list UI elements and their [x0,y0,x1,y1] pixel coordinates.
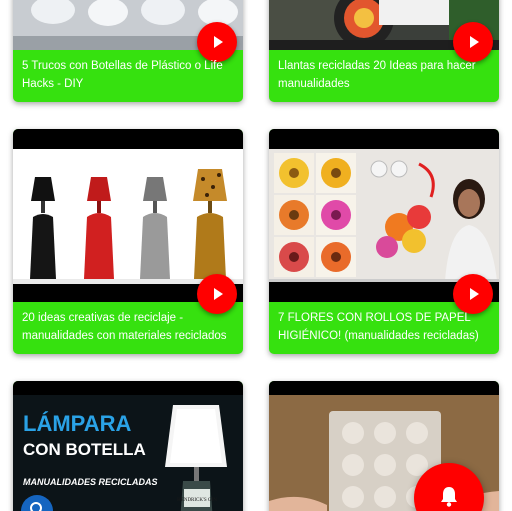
video-card[interactable]: 7 FLORES CON ROLLOS DE PAPEL HIGIÉNICO! … [269,129,499,354]
video-title[interactable]: 20 ideas creativas de reciclaje - manual… [13,302,243,354]
play-icon [214,36,223,48]
thumbnail-title-line2: CON BOTELLA [23,440,146,459]
video-thumbnail[interactable]: LÁMPARA CON BOTELLA MANUALIDADES RECICLA… [13,381,243,511]
search-icon [30,502,42,511]
video-title[interactable]: Llantas recicladas 20 Ideas para hacer m… [269,50,499,102]
video-card[interactable]: 20 ideas creativas de reciclaje - manual… [13,129,243,354]
play-icon [470,36,479,48]
video-card[interactable]: Llantas recicladas 20 Ideas para hacer m… [269,0,499,102]
bell-icon [441,487,457,507]
video-title[interactable]: 7 FLORES CON ROLLOS DE PAPEL HIGIÉNICO! … [269,302,499,354]
video-card[interactable]: 5 Trucos con Botellas de Plástico o Life… [13,0,243,102]
thumbnail-title-line1: LÁMPARA [23,411,131,436]
play-icon [214,288,223,300]
thumbnail-subtitle: MANUALIDADES RECICLADAS [23,477,158,487]
bottle-label: HENDRICK'S GIN [177,498,217,503]
video-card[interactable]: LÁMPARA CON BOTELLA MANUALIDADES RECICLA… [13,381,243,511]
video-title[interactable]: 5 Trucos con Botellas de Plástico o Life… [13,50,243,102]
play-icon [470,288,479,300]
